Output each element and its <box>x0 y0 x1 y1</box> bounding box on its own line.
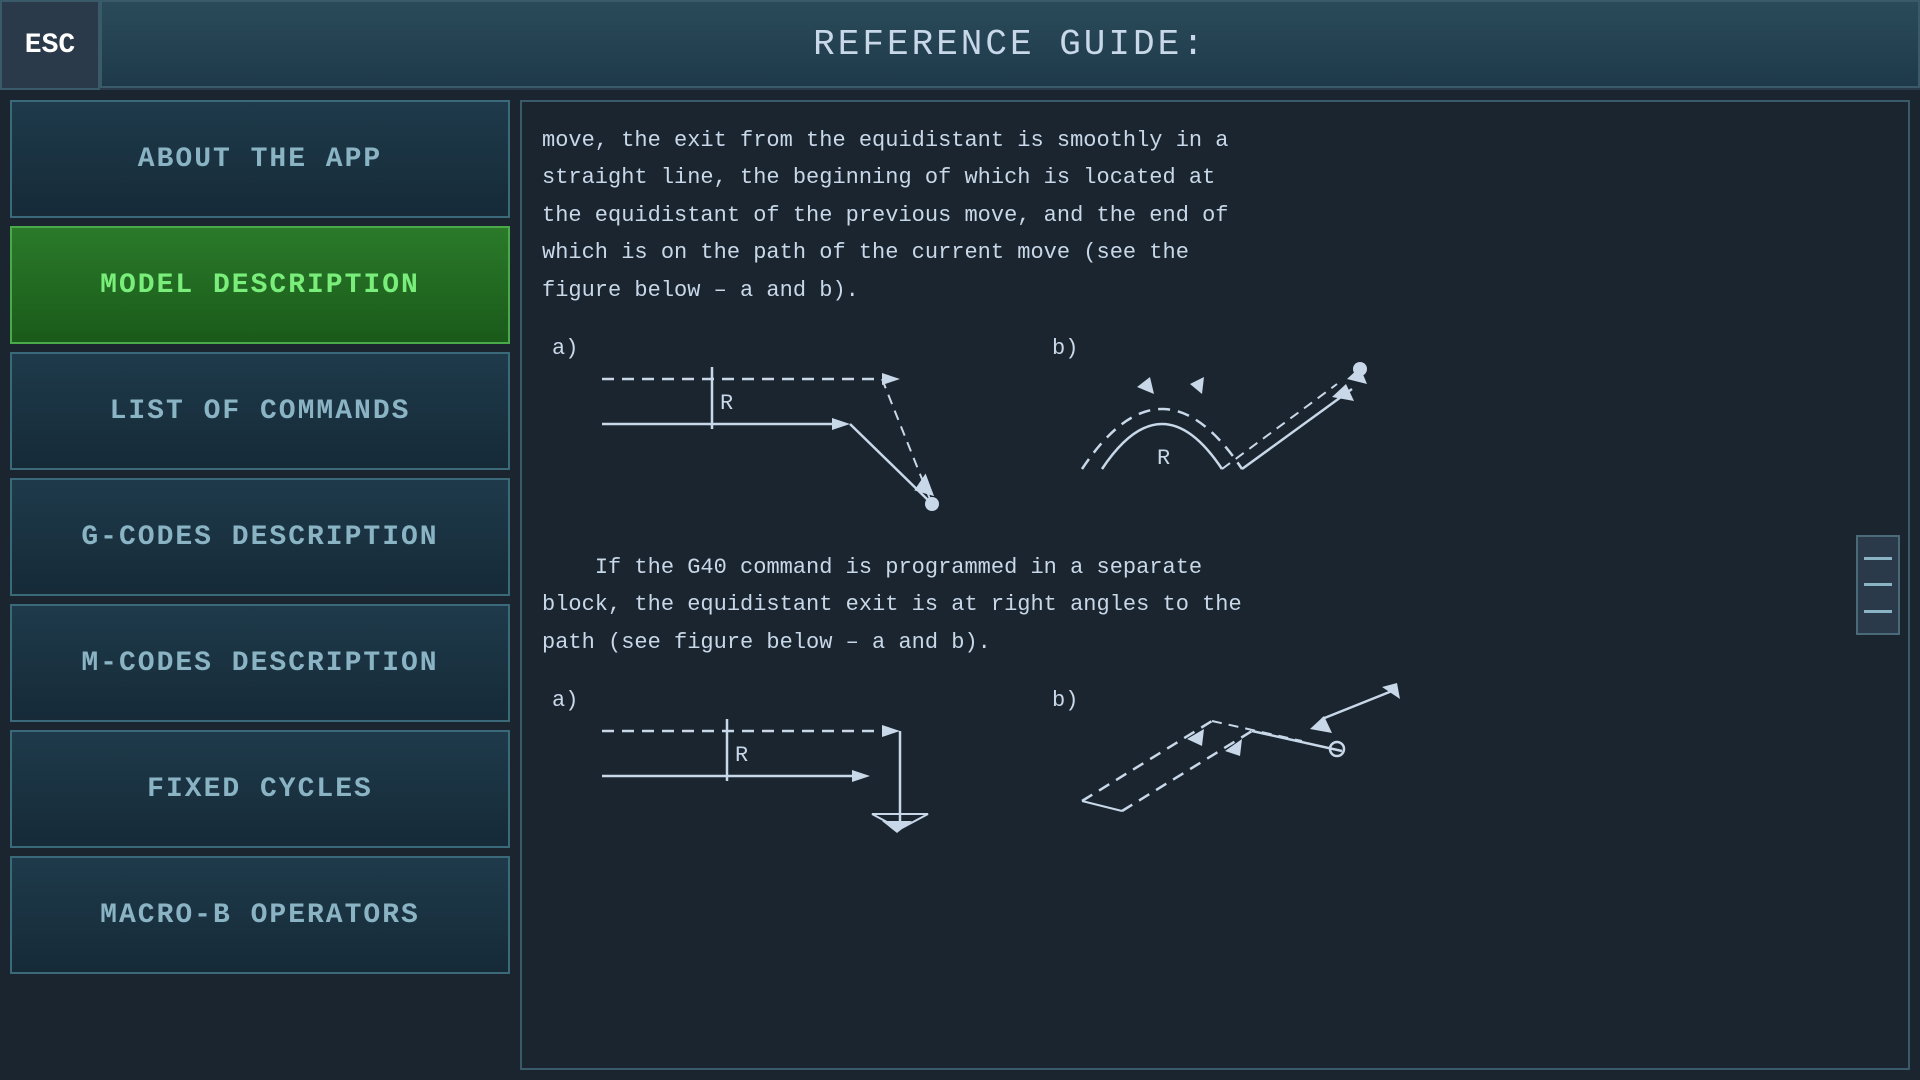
diagram-a2: a) R <box>542 681 1002 841</box>
content-paragraph-2: If the G40 command is programmed in a se… <box>542 549 1848 661</box>
content-paragraph-1: move, the exit from the equidistant is s… <box>542 122 1848 309</box>
diagram-row-1: a) R b) <box>542 329 1848 529</box>
diagram-row-2: a) R b) <box>542 681 1848 841</box>
header: ESC REFERENCE GUIDE: <box>0 0 1920 90</box>
svg-text:R: R <box>720 391 733 416</box>
scroll-line-2 <box>1864 583 1892 586</box>
sidebar-btn-mcodes[interactable]: M-CODES DESCRIPTION <box>10 604 510 722</box>
svg-text:R: R <box>1157 446 1170 471</box>
diagram-b1: b) R <box>1042 329 1442 529</box>
scroll-line-3 <box>1864 610 1892 613</box>
sidebar-btn-about[interactable]: ABOUT THE APP <box>10 100 510 218</box>
scroll-line-1 <box>1864 557 1892 560</box>
diagram-a1: a) R <box>542 329 1002 529</box>
scroll-indicator[interactable] <box>1856 535 1900 635</box>
content-area: move, the exit from the equidistant is s… <box>520 100 1910 1070</box>
sidebar-btn-commands[interactable]: LIST OF COMMANDS <box>10 352 510 470</box>
sidebar-btn-macro[interactable]: MACRO-B OPERATORS <box>10 856 510 974</box>
sidebar-btn-fixed[interactable]: FIXED CYCLES <box>10 730 510 848</box>
svg-text:R: R <box>735 743 748 768</box>
sidebar-btn-gcodes[interactable]: G-CODES DESCRIPTION <box>10 478 510 596</box>
svg-text:a): a) <box>552 688 578 713</box>
esc-button[interactable]: ESC <box>0 0 100 90</box>
header-title: REFERENCE GUIDE: <box>813 24 1207 65</box>
diagram-b2: b) <box>1042 681 1442 841</box>
main-layout: ABOUT THE APPMODEL DESCRIPTIONLIST OF CO… <box>0 90 1920 1080</box>
header-title-bar: REFERENCE GUIDE: <box>100 0 1920 88</box>
svg-text:b): b) <box>1052 688 1078 713</box>
sidebar: ABOUT THE APPMODEL DESCRIPTIONLIST OF CO… <box>10 100 510 1070</box>
svg-text:b): b) <box>1052 336 1078 361</box>
svg-text:a): a) <box>552 336 578 361</box>
sidebar-btn-model[interactable]: MODEL DESCRIPTION <box>10 226 510 344</box>
